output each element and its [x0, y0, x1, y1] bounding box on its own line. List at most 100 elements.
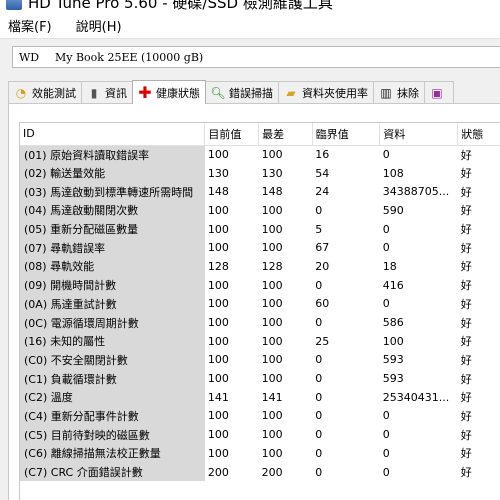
- cell-threshold: 0: [315, 278, 323, 292]
- cell-worst: 100: [261, 278, 283, 292]
- cell-attribute: (16) 未知的屬性: [20, 331, 205, 351]
- column-header-data[interactable]: 資料: [379, 123, 459, 146]
- cell-threshold: 0: [315, 465, 323, 479]
- cell-data: 416: [382, 278, 404, 292]
- cell-current: 100: [207, 148, 229, 162]
- table-row[interactable]: (09) 開機時間計數 100 100 0 416 好: [20, 275, 500, 295]
- cell-current: 130: [207, 166, 229, 180]
- cell-data: 593: [382, 372, 404, 386]
- cell-data: 0: [382, 446, 390, 460]
- cell-data: 0: [382, 428, 390, 442]
- tab-label: 錯誤掃描: [229, 86, 273, 100]
- table-row[interactable]: (04) 馬達啟動關閉次數 100 100 0 590 好: [20, 201, 500, 220]
- cell-status: 好: [460, 204, 472, 218]
- cell-worst: 128: [261, 259, 283, 273]
- drive-selector[interactable]: WD My Book 25EE (10000 gB): [12, 46, 500, 68]
- table-header-row: ID 目前值 最差 臨界值 資料 狀態: [20, 123, 500, 146]
- table-row[interactable]: (C0) 不安全關閉計數 100 100 0 593 好: [20, 350, 500, 370]
- table-row[interactable]: (07) 尋軌錯誤率 100 100 67 0 好: [20, 238, 500, 258]
- cell-worst: 100: [261, 334, 283, 348]
- cell-worst: 100: [261, 409, 283, 423]
- cell-threshold: 0: [315, 203, 323, 217]
- cell-status: 好: [460, 167, 472, 181]
- tab-folder-usage[interactable]: ▰ 資料夾使用率: [278, 81, 374, 103]
- cell-status: 好: [460, 335, 472, 349]
- table-row[interactable]: (0A) 馬達重試計數 100 100 60 0 好: [20, 294, 500, 314]
- table-row[interactable]: (C6) 離線掃描無法校正數量 100 100 0 0 好: [20, 444, 500, 463]
- cell-status: 好: [460, 372, 472, 386]
- table-row[interactable]: (C5) 目前待對映的磁區數 100 100 0 0 好: [20, 425, 500, 444]
- cell-current: 200: [207, 465, 229, 479]
- menu-help[interactable]: 說明(H): [74, 14, 124, 37]
- table-row[interactable]: (C7) CRC 介面錯誤計數 200 200 0 0 好: [20, 462, 500, 482]
- magnifier-icon: 🔍︎: [210, 85, 226, 100]
- cell-attribute: (C4) 重新分配事件計數: [20, 406, 205, 426]
- column-header-current[interactable]: 目前值: [204, 123, 260, 146]
- cell-current: 100: [207, 278, 229, 292]
- cell-current: 100: [207, 446, 229, 460]
- window-title: HD Tune Pro 5.60 - 硬碟/SSD 檢測維護工具: [28, 0, 333, 12]
- cell-threshold: 0: [315, 372, 323, 386]
- column-header-worst[interactable]: 最差: [258, 123, 313, 146]
- health-cross-icon: ✚: [138, 82, 152, 102]
- cell-worst: 100: [261, 372, 283, 386]
- cell-worst: 148: [261, 185, 283, 199]
- cell-worst: 100: [261, 203, 283, 217]
- cell-threshold: 0: [315, 446, 323, 460]
- column-header-status[interactable]: 狀態: [457, 123, 500, 146]
- tab-health[interactable]: ✚ 健康狀態: [132, 80, 206, 104]
- table-row[interactable]: (0C) 電源循環周期計數 100 100 0 586 好: [20, 313, 500, 332]
- cell-data: 100: [382, 334, 404, 348]
- cell-data: 0: [382, 409, 390, 423]
- tab-extra[interactable]: ▣: [424, 81, 454, 103]
- cell-status: 好: [460, 185, 472, 199]
- cell-threshold: 0: [315, 353, 323, 367]
- column-header-id[interactable]: ID: [20, 123, 206, 146]
- cell-attribute: (0C) 電源循環周期計數: [20, 313, 205, 332]
- table-row[interactable]: (03) 馬達啟動到標準轉速所需時間 148 148 24 34388705... 好: [20, 182, 500, 202]
- table-row[interactable]: (C1) 負載循環計數 100 100 0 593 好: [20, 369, 500, 388]
- cell-worst: 130: [261, 166, 283, 180]
- cell-current: 128: [207, 259, 229, 273]
- table-row[interactable]: (05) 重新分配磁區數量 100 100 5 0 好: [20, 219, 500, 239]
- cell-attribute: (05) 重新分配磁區數量: [20, 219, 205, 239]
- table-row[interactable]: (C2) 溫度 141 141 0 25340431... 好: [20, 387, 500, 407]
- cell-threshold: 60: [315, 297, 330, 311]
- tab-label: 資料夾使用率: [302, 86, 368, 100]
- table-row[interactable]: (01) 原始資料讀取錯誤率 100 100 16 0 好: [20, 145, 500, 164]
- cell-status: 好: [460, 260, 472, 274]
- cell-threshold: 5: [315, 222, 323, 236]
- speedometer-icon: ◔: [15, 85, 27, 100]
- tab-label: 健康狀態: [156, 86, 200, 100]
- table-row[interactable]: (C4) 重新分配事件計數 100 100 0 0 好: [20, 406, 500, 426]
- cell-attribute: (C2) 溫度: [20, 387, 205, 407]
- cell-current: 148: [207, 185, 229, 199]
- table-row[interactable]: (16) 未知的屬性 100 100 25 100 好: [20, 331, 500, 351]
- cell-status: 好: [460, 466, 472, 480]
- cell-worst: 100: [261, 446, 283, 460]
- tab-info[interactable]: ▮ 資訊: [81, 81, 133, 103]
- cell-attribute: (0A) 馬達重試計數: [20, 294, 205, 314]
- column-header-threshold[interactable]: 臨界值: [312, 123, 381, 146]
- cell-current: 100: [207, 316, 229, 330]
- menu-bar: 檔案(F) 說明(H): [0, 13, 500, 39]
- cell-data: 34388705...: [382, 185, 450, 199]
- cell-attribute: (C6) 離線掃描無法校正數量: [20, 444, 205, 463]
- cell-worst: 100: [261, 297, 283, 311]
- cell-worst: 100: [261, 148, 283, 162]
- cell-status: 好: [460, 316, 472, 330]
- tab-erase[interactable]: ▥ 抹除: [373, 81, 425, 103]
- cell-data: 18: [382, 259, 397, 273]
- tab-benchmark[interactable]: ◔ 效能測試: [8, 81, 82, 103]
- table-row[interactable]: (08) 尋軌效能 128 128 20 18 好: [20, 257, 500, 276]
- cell-data: 590: [382, 203, 404, 217]
- tab-error-scan[interactable]: 🔍︎ 錯誤掃描: [205, 81, 279, 103]
- smart-table-body: (01) 原始資料讀取錯誤率 100 100 16 0 好 (02) 輸送量效能 130 130…: [20, 145, 500, 482]
- cell-threshold: 0: [315, 428, 323, 442]
- title-bar[interactable]: HD Tune Pro 5.60 - 硬碟/SSD 檢測維護工具: [0, 0, 500, 13]
- menu-file[interactable]: 檔案(F): [6, 14, 54, 37]
- cell-attribute: (C5) 目前待對映的磁區數: [20, 425, 205, 444]
- cell-attribute: (09) 開機時間計數: [20, 275, 205, 295]
- table-row[interactable]: (02) 輸送量效能 130 130 54 108 好: [20, 163, 500, 183]
- cell-status: 好: [460, 409, 472, 423]
